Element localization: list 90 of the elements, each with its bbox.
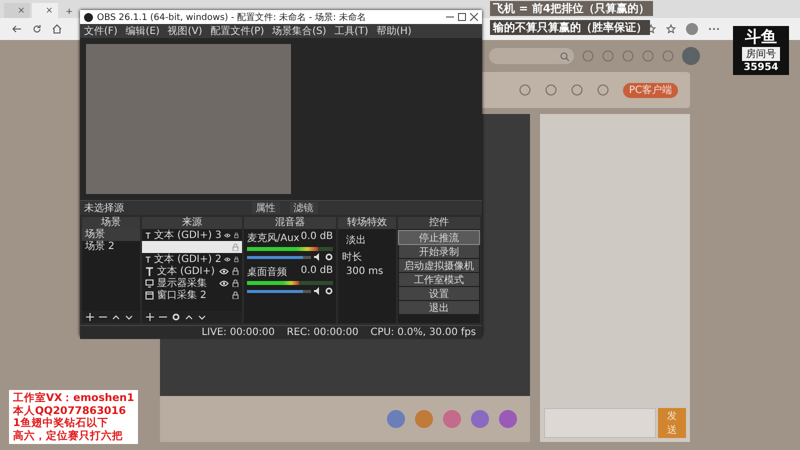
overlay-caption: 输的不算只算赢的（胜率保证） bbox=[490, 20, 650, 35]
channel-name: 麦克风/Aux bbox=[247, 232, 300, 245]
avatar-icon bbox=[682, 47, 700, 65]
menu-item[interactable]: 视图(V) bbox=[168, 24, 202, 38]
source-item[interactable]: 文本 (GDI+) 2 bbox=[142, 253, 242, 265]
contact-line: 本人QQ2077863016 bbox=[13, 404, 127, 417]
refresh-icon bbox=[32, 24, 42, 34]
menu-item[interactable]: 帮助(H) bbox=[376, 24, 412, 38]
text-type-icon bbox=[145, 266, 154, 276]
rec-timer: REC: 00:00:00 bbox=[286, 327, 358, 338]
drag-placeholder[interactable] bbox=[142, 241, 242, 253]
browser-tab[interactable]: × bbox=[4, 3, 30, 18]
logo-text: 斗鱼 bbox=[745, 28, 777, 46]
close-icon bbox=[470, 13, 478, 21]
tab-close-button[interactable]: × bbox=[45, 6, 53, 16]
dock-header: 来源 bbox=[142, 217, 242, 229]
source-item[interactable]: 窗口采集 2 bbox=[142, 289, 242, 301]
maximize-icon bbox=[458, 13, 466, 21]
overlay-caption: 飞机 = 前4把排位（只算赢的） bbox=[490, 1, 653, 16]
eye-icon bbox=[219, 280, 229, 286]
duration-label: 时长 bbox=[342, 250, 362, 264]
control-button[interactable]: 启动虚拟摄像机 bbox=[399, 259, 479, 272]
home-icon bbox=[52, 24, 62, 34]
speaker-icon bbox=[314, 253, 322, 261]
source-item[interactable]: 显示器采集 bbox=[142, 277, 242, 289]
browser-tab[interactable]: × bbox=[32, 3, 58, 18]
window-title: OBS 26.1.1 (64-bit, windows) - 配置文件: 未命名 - 场景: 未命名 bbox=[97, 12, 367, 24]
gear-icon bbox=[325, 287, 333, 295]
speaker-icon bbox=[314, 287, 322, 295]
text-type-icon bbox=[145, 254, 152, 264]
lock-icon bbox=[232, 243, 239, 251]
user-icon bbox=[686, 23, 698, 35]
eye-icon bbox=[224, 232, 232, 238]
source-item[interactable]: 文本 (GDI+) 3 bbox=[142, 229, 242, 241]
app-logo-icon bbox=[84, 12, 93, 22]
star-icon bbox=[666, 24, 676, 34]
search-field[interactable] bbox=[489, 48, 574, 64]
control-button[interactable]: 设置 bbox=[399, 287, 479, 300]
chevron-up-icon bbox=[185, 313, 193, 321]
chevron-up-icon bbox=[112, 313, 120, 321]
control-button[interactable]: 工作室模式 bbox=[399, 273, 479, 286]
contact-line: 高六，定位赛只打六把 bbox=[13, 430, 124, 442]
eye-icon bbox=[219, 268, 229, 274]
text-type-icon bbox=[145, 230, 152, 240]
control-button[interactable]: 开始录制 bbox=[399, 245, 479, 258]
live-timer: LIVE: 00:00:00 bbox=[202, 327, 275, 338]
channel-reading: 0.0 dB bbox=[300, 265, 333, 278]
menu-item[interactable]: 工具(T) bbox=[334, 24, 368, 38]
chat-input[interactable] bbox=[544, 408, 656, 438]
back-icon bbox=[12, 24, 22, 34]
menu-item[interactable]: 配置文件(P) bbox=[210, 24, 264, 38]
control-button[interactable]: 退出 bbox=[399, 301, 479, 314]
new-tab-button[interactable]: + bbox=[60, 6, 78, 18]
dock-header: 混音器 bbox=[244, 217, 336, 229]
lock-icon bbox=[234, 231, 239, 239]
lock-icon bbox=[232, 279, 239, 287]
scene-item[interactable]: 场景 2 bbox=[82, 241, 140, 253]
lock-icon bbox=[234, 255, 239, 263]
window-icon bbox=[145, 290, 154, 300]
channel-name: 桌面音频 bbox=[247, 266, 287, 279]
channel-reading: 0.0 dB bbox=[300, 231, 333, 244]
dock-header: 控件 bbox=[398, 217, 480, 229]
tab-close-button[interactable]: × bbox=[17, 6, 25, 16]
toolbar-button[interactable]: 滤镜 bbox=[290, 202, 318, 214]
contact-line: 工作室VX：emoshen1 bbox=[13, 392, 134, 404]
control-button[interactable]: 停止推流 bbox=[399, 231, 479, 244]
source-item[interactable]: 文本 (GDI+) bbox=[142, 265, 242, 277]
plus-icon bbox=[146, 313, 154, 321]
menu-item[interactable]: 编辑(E) bbox=[126, 24, 160, 38]
gear-icon bbox=[172, 313, 180, 321]
chevron-down-icon bbox=[125, 313, 133, 321]
lock-icon bbox=[232, 291, 239, 299]
search-icon bbox=[560, 52, 569, 60]
contact-line: 1鱼翅中奖钻石以下 bbox=[13, 417, 110, 430]
dock-header: 转场特效 bbox=[338, 217, 396, 229]
room-number: 35954 bbox=[744, 62, 778, 73]
scene-item[interactable]: 场景 bbox=[82, 229, 140, 241]
monitor-icon bbox=[145, 278, 154, 288]
gear-icon bbox=[325, 253, 333, 261]
menu-item[interactable]: 场景集合(S) bbox=[272, 24, 326, 38]
cpu-status: CPU: 0.0%, 30.00 fps bbox=[370, 327, 476, 338]
plus-icon bbox=[86, 313, 94, 321]
source-status: 未选择源 bbox=[84, 202, 124, 215]
room-label: 房间号 bbox=[742, 47, 780, 61]
chevron-down-icon bbox=[198, 313, 206, 321]
eye-icon bbox=[224, 256, 232, 262]
toolbar-button[interactable]: 属性 bbox=[252, 202, 280, 214]
lock-icon bbox=[232, 267, 239, 275]
dock-header: 场景 bbox=[82, 217, 140, 229]
menu-item[interactable]: 文件(F) bbox=[84, 24, 118, 38]
